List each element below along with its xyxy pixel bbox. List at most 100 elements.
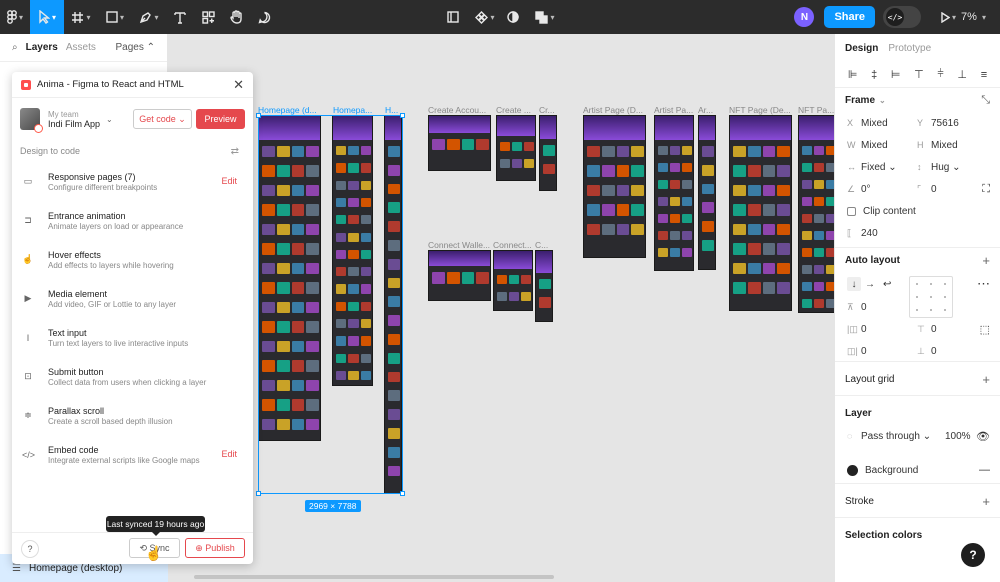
resources-tool-icon[interactable]: [194, 0, 222, 34]
blend-mode-select[interactable]: Pass through ⌄: [861, 431, 945, 442]
frame-section-title[interactable]: Frame: [845, 95, 875, 106]
help-button[interactable]: ?: [961, 543, 985, 567]
more-options-icon[interactable]: ⋯: [977, 276, 990, 292]
frame-label-create-account-desktop[interactable]: Create Accou...: [428, 105, 486, 115]
frame-connect-wallet-mobile[interactable]: [535, 250, 553, 322]
close-icon[interactable]: ✕: [233, 77, 244, 93]
frame-label-homepage-tablet[interactable]: Homepa...: [333, 105, 372, 115]
team-selector[interactable]: My team Indi Film App ⌄ Get code ⌄ Previ…: [12, 98, 253, 140]
frame-label-homepage-desktop[interactable]: Homepage (d...: [258, 105, 317, 115]
publish-button[interactable]: ⊕ Publish: [185, 538, 245, 558]
visibility-eye-icon[interactable]: 👁: [976, 430, 990, 443]
frame-label-artist-page-tablet[interactable]: Artist Pa...: [654, 105, 693, 115]
feature-hover-effects[interactable]: ☝ Hover effects Add effects to layers whi…: [12, 240, 253, 279]
frame-label-homepage-mobile[interactable]: H...: [385, 105, 398, 115]
padding-right-field[interactable]: 0: [861, 346, 917, 357]
preview-button[interactable]: Preview: [196, 109, 245, 129]
wrap-icon[interactable]: ↩: [883, 279, 891, 290]
width-field[interactable]: Mixed: [861, 140, 917, 151]
hand-tool-icon[interactable]: [222, 0, 250, 34]
feature-submit-button[interactable]: ⊡ Submit button Collect data from users w…: [12, 357, 253, 396]
layout-panel-icon[interactable]: [446, 0, 460, 34]
frame-label-artist-page-desktop[interactable]: Artist Page (D...: [583, 105, 643, 115]
frame-connect-wallet-desktop[interactable]: [428, 250, 491, 301]
resize-handle-bottom-left[interactable]: [256, 491, 261, 496]
corner-radius-field[interactable]: 0: [931, 184, 937, 195]
frame-label-connect-wallet-desktop[interactable]: Connect Walle...: [428, 240, 490, 250]
frame-label-nft-page-desktop[interactable]: NFT Page (De...: [729, 105, 791, 115]
remove-fill-icon[interactable]: —: [979, 464, 990, 476]
align-right-icon[interactable]: ⊨: [891, 68, 901, 81]
align-left-icon[interactable]: ⊫: [848, 68, 858, 81]
padding-bottom-field[interactable]: 0: [931, 346, 937, 357]
feature-text-input[interactable]: I Text input Turn text layers to live int…: [12, 318, 253, 357]
move-tool-icon[interactable]: ▾: [30, 0, 64, 34]
present-play-icon[interactable]: ▾: [935, 0, 961, 34]
dev-mode-toggle[interactable]: </>: [883, 6, 922, 28]
frame-label-nft-page-tablet[interactable]: NFT Pa...: [798, 105, 834, 115]
pages-dropdown[interactable]: Pages ⌃: [115, 42, 155, 53]
comment-tool-icon[interactable]: [250, 0, 278, 34]
feature-entrance-animation[interactable]: ⊐ Entrance animation Animate layers on lo…: [12, 201, 253, 240]
gap-field[interactable]: 0: [861, 302, 867, 313]
frame-create-account-mobile[interactable]: [539, 115, 557, 191]
horizontal-scrollbar[interactable]: [194, 575, 554, 579]
get-code-button[interactable]: Get code ⌄: [133, 109, 192, 129]
tab-layers[interactable]: Layers: [26, 42, 58, 53]
frame-label-connect-wallet-mobile[interactable]: C...: [535, 240, 548, 250]
swap-icon[interactable]: ⇄: [231, 146, 239, 157]
frame-artist-page-mobile[interactable]: [698, 115, 716, 270]
padding-top-field[interactable]: 0: [931, 324, 937, 335]
frame-create-account-tablet[interactable]: [496, 115, 536, 181]
frame-label-artist-page-mobile[interactable]: Ar...: [698, 105, 713, 115]
background-color-swatch[interactable]: [847, 464, 858, 476]
frame-artist-page-tablet[interactable]: [654, 115, 694, 271]
pen-tool-icon[interactable]: ▾: [132, 0, 166, 34]
add-layout-grid-icon[interactable]: +: [982, 372, 990, 387]
frame-label-connect-wallet-tablet[interactable]: Connect...: [493, 240, 532, 250]
share-button[interactable]: Share: [824, 6, 876, 28]
feature-embed-code[interactable]: </> Embed code Integrate external scripts…: [12, 435, 253, 474]
tab-prototype[interactable]: Prototype: [888, 43, 931, 54]
zoom-level[interactable]: 7% ▾: [961, 11, 986, 23]
contrast-mask-icon[interactable]: [505, 0, 521, 34]
frame-nft-page-tablet[interactable]: [798, 115, 834, 313]
add-stroke-icon[interactable]: +: [982, 494, 990, 509]
shape-tool-icon[interactable]: ▾: [98, 0, 132, 34]
edit-link[interactable]: Edit: [221, 176, 237, 186]
chevron-down-icon[interactable]: ⌄: [879, 96, 886, 105]
clip-content-checkbox[interactable]: [847, 206, 856, 216]
direction-vertical-icon[interactable]: ↓: [847, 277, 861, 291]
x-field[interactable]: Mixed: [861, 118, 917, 129]
user-avatar[interactable]: N: [794, 7, 815, 27]
independent-corners-icon[interactable]: ⛶: [982, 183, 990, 196]
frame-create-account-desktop[interactable]: [428, 115, 491, 171]
feature-responsive-pages[interactable]: ▭ Responsive pages (7) Configure differen…: [12, 162, 253, 201]
tab-design[interactable]: Design: [845, 43, 878, 54]
align-bottom-icon[interactable]: ⊥: [957, 68, 967, 81]
resize-handle-top-left[interactable]: [256, 113, 261, 118]
resize-handle-bottom-right[interactable]: [400, 491, 405, 496]
tab-assets[interactable]: Assets: [66, 42, 96, 53]
frame-label-create-account-tablet[interactable]: Create ...: [496, 105, 531, 115]
add-auto-layout-icon[interactable]: +: [982, 253, 990, 268]
design-canvas[interactable]: Homepage (d... Homepa... H... Create Acc…: [168, 34, 834, 582]
rotation-field[interactable]: 0°: [861, 184, 917, 195]
align-top-icon[interactable]: ⊤: [914, 68, 924, 81]
frame-tool-icon[interactable]: ▾: [64, 0, 98, 34]
y-field[interactable]: 75616: [931, 118, 959, 129]
resize-to-fit-icon[interactable]: ⤡: [981, 94, 990, 107]
direction-horizontal-icon[interactable]: →: [865, 279, 875, 290]
text-tool-icon[interactable]: [166, 0, 194, 34]
frame-label-create-account-mobile[interactable]: Cr...: [539, 105, 555, 115]
components-icon[interactable]: ▾: [474, 0, 496, 34]
horizontal-resizing-select[interactable]: Fixed ⌄: [861, 162, 917, 173]
align-horizontal-center-icon[interactable]: ‡: [871, 69, 877, 81]
help-button[interactable]: ?: [21, 540, 39, 558]
boolean-group-icon[interactable]: ▾: [533, 0, 557, 34]
height-field[interactable]: Mixed: [931, 140, 958, 151]
individual-padding-icon[interactable]: ⬚: [980, 323, 990, 336]
search-icon[interactable]: ⌕: [12, 42, 18, 53]
selection-bounding-box[interactable]: [258, 115, 403, 494]
frame-connect-wallet-tablet[interactable]: [493, 250, 533, 311]
